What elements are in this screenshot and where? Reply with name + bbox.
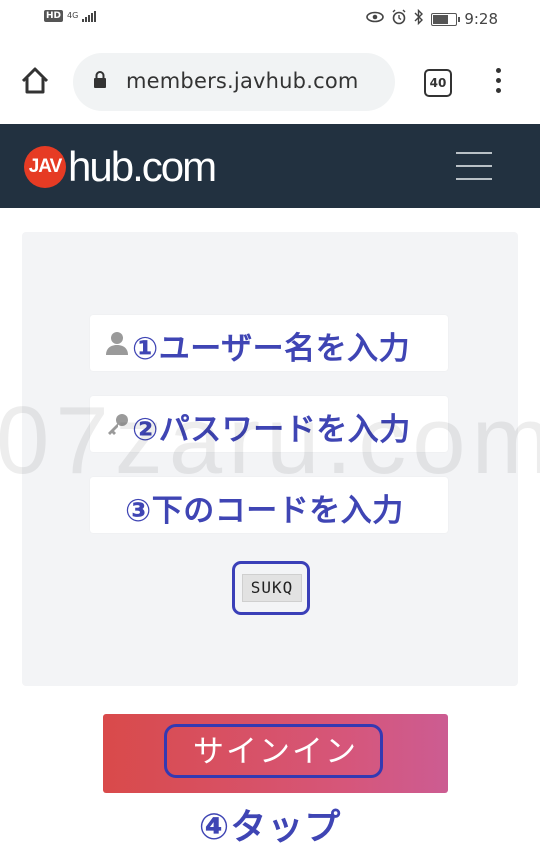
clock-time: 9:28 xyxy=(464,10,498,28)
password-label: ②パスワードを入力 xyxy=(132,412,411,448)
tap-instruction: ④タップ xyxy=(198,807,342,848)
status-left: HD 4G xyxy=(44,10,97,22)
captcha-field[interactable]: ③下のコードを入力 xyxy=(90,477,448,533)
sign-in-button[interactable]: サインイン xyxy=(103,714,448,793)
username-field[interactable]: ①ユーザー名を入力 xyxy=(90,315,448,371)
url-text[interactable]: members.javhub.com xyxy=(126,69,359,93)
user-icon xyxy=(106,331,128,355)
password-field[interactable]: ②パスワードを入力 xyxy=(90,396,448,452)
login-panel: ①ユーザー名を入力 ②パスワードを入力 ③下のコードを入力 SUKQ xyxy=(22,232,518,686)
home-icon[interactable] xyxy=(18,64,52,98)
site-header: JAV hub.com xyxy=(0,124,540,208)
username-label: ①ユーザー名を入力 xyxy=(132,331,411,367)
tab-switcher-button[interactable]: 40 xyxy=(424,69,452,97)
lock-icon xyxy=(93,71,107,88)
status-bar: HD 4G 9:28 xyxy=(0,0,540,40)
alarm-icon xyxy=(391,9,407,29)
logo-badge: JAV xyxy=(24,146,66,188)
hamburger-menu-icon[interactable] xyxy=(456,152,492,180)
battery-icon xyxy=(431,12,461,26)
bluetooth-icon xyxy=(414,8,424,29)
browser-toolbar: members.javhub.com 40 xyxy=(0,40,540,124)
status-right: 9:28 xyxy=(366,8,498,29)
address-bar[interactable]: members.javhub.com xyxy=(73,53,395,111)
key-icon xyxy=(106,412,128,436)
logo-text: hub.com xyxy=(68,143,217,190)
captcha-code: SUKQ xyxy=(242,574,302,602)
eye-icon xyxy=(366,10,385,28)
sign-in-highlight xyxy=(164,724,383,778)
hd-badge: HD xyxy=(44,10,64,22)
signal-icon xyxy=(82,10,97,22)
menu-dots-icon[interactable] xyxy=(488,68,508,98)
network-type: 4G xyxy=(67,11,79,20)
captcha-label: ③下のコードを入力 xyxy=(125,493,404,529)
site-logo[interactable]: JAV hub.com xyxy=(24,142,217,192)
captcha-image-highlight: SUKQ xyxy=(232,561,310,615)
